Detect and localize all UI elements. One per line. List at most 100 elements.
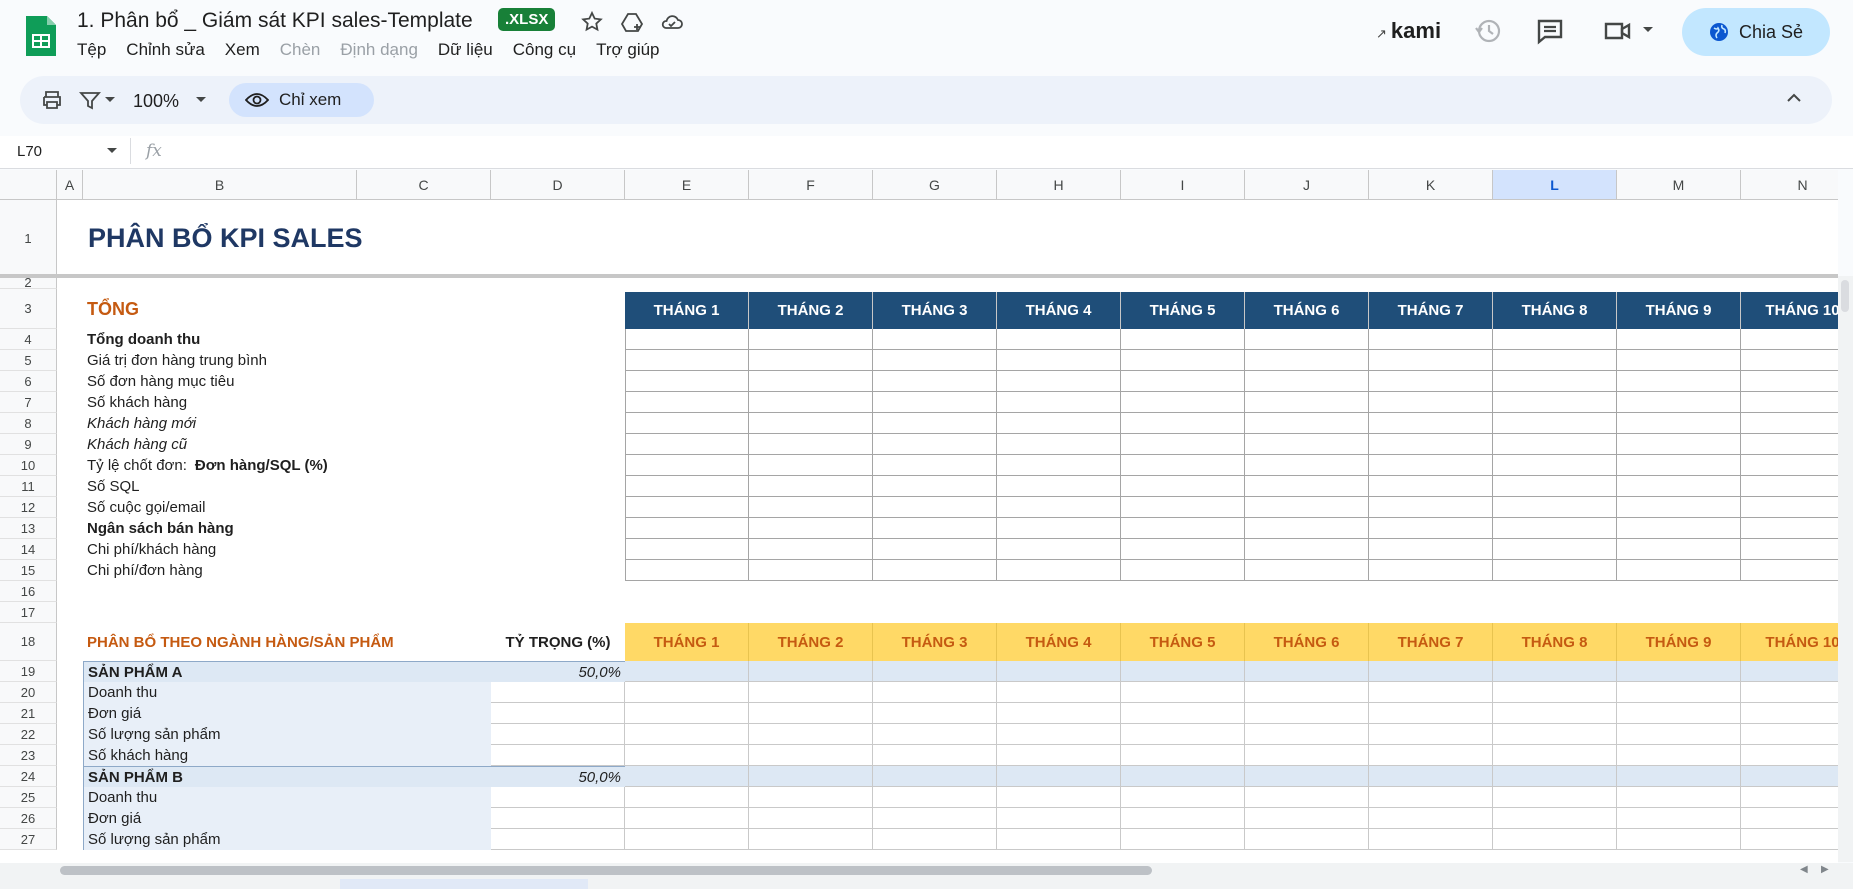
kpi-cell[interactable]: [1617, 518, 1741, 539]
product-cell[interactable]: [1121, 808, 1245, 829]
kpi-cell[interactable]: [1741, 560, 1838, 581]
kpi-label-9[interactable]: Số cuộc gọi/email: [84, 497, 624, 518]
kpi-cell[interactable]: [749, 371, 873, 392]
product-cell[interactable]: [625, 766, 749, 787]
product-cell[interactable]: [1741, 661, 1838, 682]
product-cell[interactable]: [749, 766, 873, 787]
filter-dropdown-icon[interactable]: [105, 97, 115, 103]
row-header-6[interactable]: 6: [0, 371, 57, 392]
product-cell[interactable]: [1493, 703, 1617, 724]
product-cell[interactable]: [1493, 829, 1617, 850]
column-header-d[interactable]: D: [491, 170, 625, 200]
row-header-17[interactable]: 17: [0, 602, 57, 623]
kpi-cell[interactable]: [1245, 455, 1369, 476]
kpi-cell[interactable]: [1245, 539, 1369, 560]
kpi-cell[interactable]: [1369, 350, 1493, 371]
kpi-cell[interactable]: [873, 371, 997, 392]
product-cell[interactable]: [749, 745, 873, 766]
kpi-cell[interactable]: [1617, 392, 1741, 413]
column-header-i[interactable]: I: [1121, 170, 1245, 200]
row-header-11[interactable]: 11: [0, 476, 57, 497]
product-cell[interactable]: [1741, 808, 1838, 829]
kpi-label-10[interactable]: Ngân sách bán hàng: [84, 518, 624, 539]
kpi-cell[interactable]: [1617, 497, 1741, 518]
row-header-23[interactable]: 23: [0, 745, 57, 766]
kpi-label-8[interactable]: Số SQL: [84, 476, 624, 497]
kpi-cell[interactable]: [1493, 497, 1617, 518]
column-header-f[interactable]: F: [749, 170, 873, 200]
product-cell[interactable]: [997, 745, 1121, 766]
row-header-15[interactable]: 15: [0, 560, 57, 581]
kpi-cell[interactable]: [625, 497, 749, 518]
product-cell[interactable]: [997, 703, 1121, 724]
version-history-icon[interactable]: [1473, 16, 1503, 46]
comments-icon[interactable]: [1535, 16, 1565, 46]
row-header-21[interactable]: 21: [0, 703, 57, 724]
kpi-cell[interactable]: [1493, 329, 1617, 350]
kpi-cell[interactable]: [749, 518, 873, 539]
kpi-cell[interactable]: [625, 329, 749, 350]
product-weight-1[interactable]: 50,0%: [491, 661, 625, 682]
product-cell[interactable]: [997, 808, 1121, 829]
filter-icon[interactable]: [79, 88, 101, 112]
month-header-7[interactable]: THÁNG 7: [1369, 292, 1493, 329]
row-header-20[interactable]: 20: [0, 682, 57, 703]
product-cell[interactable]: [1245, 724, 1369, 745]
sheet-tab-active[interactable]: [340, 879, 588, 889]
product-cell[interactable]: [1741, 745, 1838, 766]
kpi-cell[interactable]: [1121, 434, 1245, 455]
kpi-cell[interactable]: [1121, 497, 1245, 518]
product-month-header-2[interactable]: THÁNG 2: [749, 623, 873, 661]
kpi-cell[interactable]: [625, 392, 749, 413]
kpi-cell[interactable]: [749, 560, 873, 581]
column-header-e[interactable]: E: [625, 170, 749, 200]
kpi-cell[interactable]: [749, 476, 873, 497]
kpi-cell[interactable]: [873, 350, 997, 371]
kpi-cell[interactable]: [749, 350, 873, 371]
product-cell[interactable]: [625, 724, 749, 745]
kpi-cell[interactable]: [873, 329, 997, 350]
product-cell[interactable]: [1617, 724, 1741, 745]
kpi-cell[interactable]: [873, 413, 997, 434]
product-cell[interactable]: [491, 703, 625, 724]
product-cell[interactable]: [1741, 724, 1838, 745]
kpi-cell[interactable]: [1121, 413, 1245, 434]
kpi-cell[interactable]: [625, 539, 749, 560]
product-cell[interactable]: [1121, 661, 1245, 682]
product-cell[interactable]: [1245, 703, 1369, 724]
month-header-8[interactable]: THÁNG 8: [1493, 292, 1617, 329]
kpi-cell[interactable]: [749, 455, 873, 476]
product-item-label[interactable]: Đơn giá: [83, 808, 491, 829]
kpi-cell[interactable]: [1369, 413, 1493, 434]
product-cell[interactable]: [873, 829, 997, 850]
kpi-cell[interactable]: [1493, 413, 1617, 434]
product-cell[interactable]: [1245, 682, 1369, 703]
kpi-cell[interactable]: [749, 539, 873, 560]
month-header-5[interactable]: THÁNG 5: [1121, 292, 1245, 329]
product-item-label[interactable]: Số khách hàng: [83, 745, 491, 766]
product-month-header-4[interactable]: THÁNG 4: [997, 623, 1121, 661]
kpi-cell[interactable]: [1493, 560, 1617, 581]
product-cell[interactable]: [873, 787, 997, 808]
kpi-cell[interactable]: [1245, 371, 1369, 392]
row-header-14[interactable]: 14: [0, 539, 57, 560]
column-header-n[interactable]: N: [1741, 170, 1838, 200]
row-header-26[interactable]: 26: [0, 808, 57, 829]
kpi-cell[interactable]: [1617, 350, 1741, 371]
row-header-4[interactable]: 4: [0, 329, 57, 350]
column-header-a[interactable]: A: [57, 170, 83, 200]
chevron-down-icon[interactable]: [1642, 26, 1654, 34]
kpi-cell[interactable]: [1741, 455, 1838, 476]
horizontal-scroll-thumb[interactable]: [60, 866, 1152, 875]
product-cell[interactable]: [491, 745, 625, 766]
kpi-cell[interactable]: [873, 518, 997, 539]
row-header-5[interactable]: 5: [0, 350, 57, 371]
product-cell[interactable]: [1741, 787, 1838, 808]
row-header-22[interactable]: 22: [0, 724, 57, 745]
kpi-cell[interactable]: [1245, 413, 1369, 434]
kpi-cell[interactable]: [1245, 350, 1369, 371]
product-cell[interactable]: [1369, 745, 1493, 766]
product-cell[interactable]: [1741, 829, 1838, 850]
collapse-toolbar-icon[interactable]: [1787, 93, 1801, 102]
kpi-cell[interactable]: [1741, 371, 1838, 392]
